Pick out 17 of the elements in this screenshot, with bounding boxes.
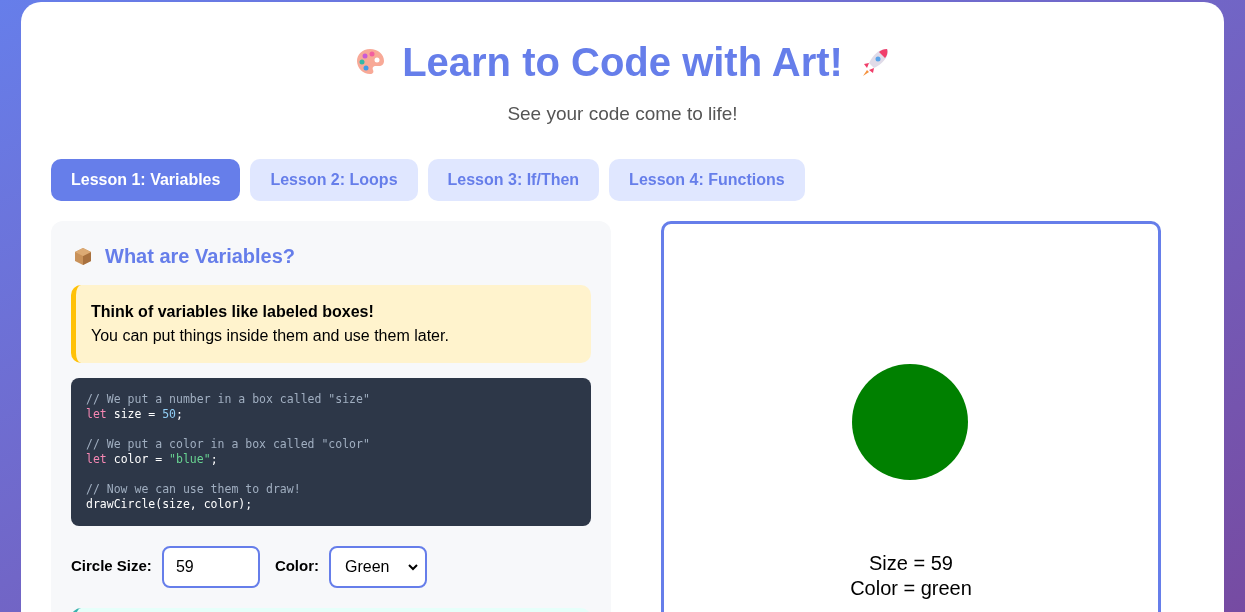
size-label: Circle Size: (71, 556, 152, 577)
lesson-tab[interactable]: Lesson 4: Functions (609, 158, 805, 201)
color-label: Color: (274, 556, 320, 577)
box-icon (73, 245, 93, 266)
canvas-caption: Color = green (850, 575, 972, 601)
tip-text: You can put things inside them and use them later. (91, 325, 450, 346)
color-select[interactable]: Green (329, 545, 428, 588)
tip-title: Think of variables like labeled boxes! (91, 301, 375, 322)
lesson-tab[interactable]: Lesson 1: Variables (51, 158, 241, 201)
code-block: // We put a number in a box called "size" let size = 50; // We put a color in a box called "color" let color = "blue"; // Now we can use them to draw! drawCircle(size, color); (71, 377, 591, 526)
size-input[interactable]: 59 (161, 545, 260, 588)
lesson-tab[interactable]: Lesson 3: If/Then (427, 158, 600, 201)
canvas-caption: Size = 59 (869, 550, 953, 576)
lesson-tab[interactable]: Lesson 2: Loops (250, 158, 418, 201)
page-subtitle: See your code come to life! (506, 102, 739, 126)
page-title: Learn to Code with Art! (402, 39, 843, 86)
lesson-heading: What are Variables? (105, 243, 296, 269)
